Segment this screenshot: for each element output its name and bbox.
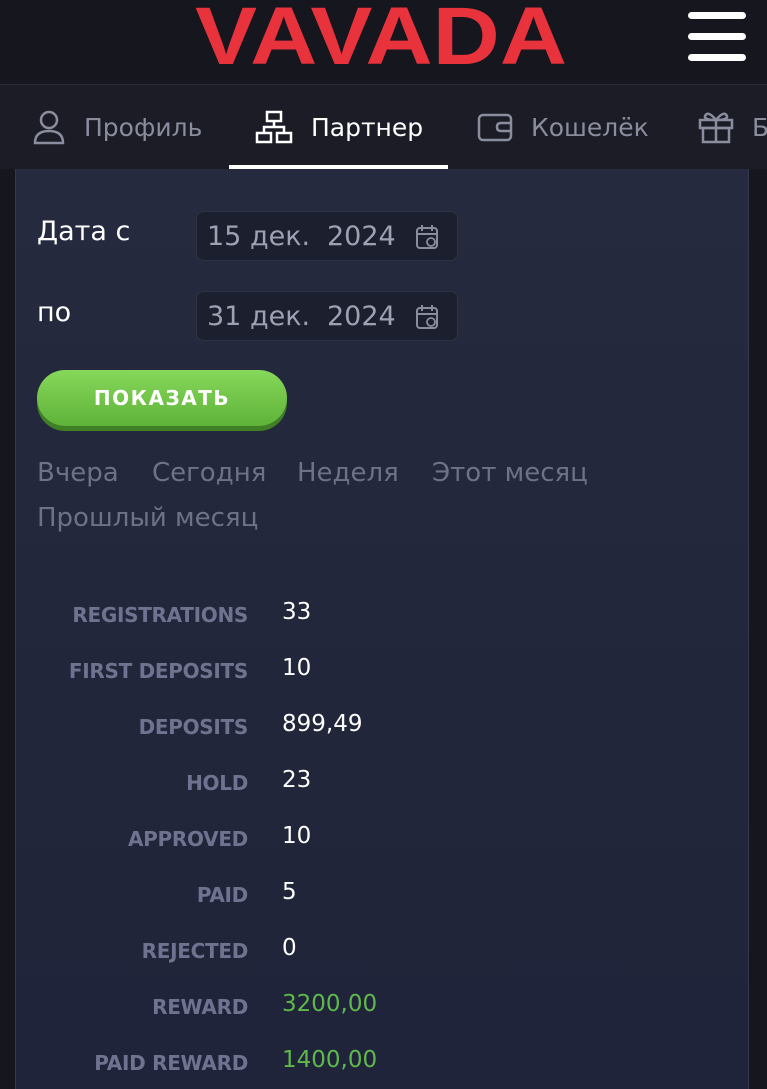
tab-wallet[interactable]: Кошелёк	[477, 85, 649, 169]
user-icon	[33, 110, 65, 145]
date-to-input[interactable]: 31 дек. 2024	[196, 291, 458, 341]
account-tabs: Профиль Партнер Кошелёк Б	[0, 85, 767, 169]
stat-value-approved: 10	[282, 823, 312, 849]
quick-range-today[interactable]: Сегодня	[152, 458, 266, 488]
stat-label-paid: PAID	[196, 883, 248, 907]
tab-label: Партнер	[311, 112, 424, 142]
stat-label-registrations: REGISTRATIONS	[72, 603, 248, 627]
stat-value-registrations: 33	[282, 599, 312, 625]
tab-bonuses[interactable]: Б	[698, 85, 767, 169]
stat-value-hold: 23	[282, 767, 312, 793]
tab-label: Б	[752, 112, 767, 142]
network-icon	[255, 110, 293, 144]
stat-label-deposits: DEPOSITS	[138, 715, 249, 739]
stat-value-deposits: 899,49	[282, 711, 363, 737]
tab-label: Кошелёк	[531, 112, 649, 142]
stat-value-reward: 3200,00	[282, 991, 378, 1017]
tab-profile[interactable]: Профиль	[32, 85, 202, 169]
stat-value-rejected: 0	[282, 935, 297, 961]
stat-label-rejected: REJECTED	[141, 939, 249, 963]
svg-text:VAVADA: VAVADA	[195, 4, 567, 70]
quick-range-week[interactable]: Неделя	[297, 458, 399, 488]
app-header: VAVADA	[0, 0, 767, 85]
date-from-day: 15 дек.	[207, 220, 311, 252]
quick-range-yesterday[interactable]: Вчера	[37, 458, 119, 488]
date-from-year: 2024	[327, 220, 396, 252]
calendar-icon[interactable]	[415, 224, 439, 250]
stat-value-paid: 5	[282, 879, 297, 905]
date-from-label: Дата с	[37, 216, 131, 247]
stat-label-first-deposits: FIRST DEPOSITS	[68, 659, 248, 683]
hamburger-menu-icon[interactable]	[688, 12, 746, 62]
calendar-icon[interactable]	[415, 304, 439, 330]
show-button[interactable]: ПОКАЗАТЬ	[37, 370, 287, 426]
stat-value-first-deposits: 10	[282, 655, 312, 681]
tab-label: Профиль	[84, 112, 203, 142]
stat-label-reward: REWARD	[152, 995, 248, 1019]
stat-label-hold: HOLD	[186, 771, 248, 795]
date-to-day: 31 дек.	[207, 300, 311, 332]
quick-range-this-month[interactable]: Этот месяц	[432, 458, 588, 488]
partner-stats-panel: Дата с 15 дек. 2024 по 31 дек. 2024 ПОКА…	[15, 169, 749, 1089]
date-to-year: 2024	[327, 300, 396, 332]
gift-icon	[698, 112, 734, 144]
date-to-label: по	[37, 297, 72, 328]
stat-label-approved: APPROVED	[127, 827, 248, 851]
stat-label-paid-reward: PAID REWARD	[94, 1051, 248, 1075]
tab-partner[interactable]: Партнер	[255, 85, 423, 169]
wallet-icon	[477, 113, 513, 142]
vavada-logo[interactable]: VAVADA	[195, 4, 567, 70]
quick-range-last-month[interactable]: Прошлый месяц	[37, 503, 258, 533]
stat-value-paid-reward: 1400,00	[282, 1047, 378, 1073]
date-from-input[interactable]: 15 дек. 2024	[196, 211, 458, 261]
